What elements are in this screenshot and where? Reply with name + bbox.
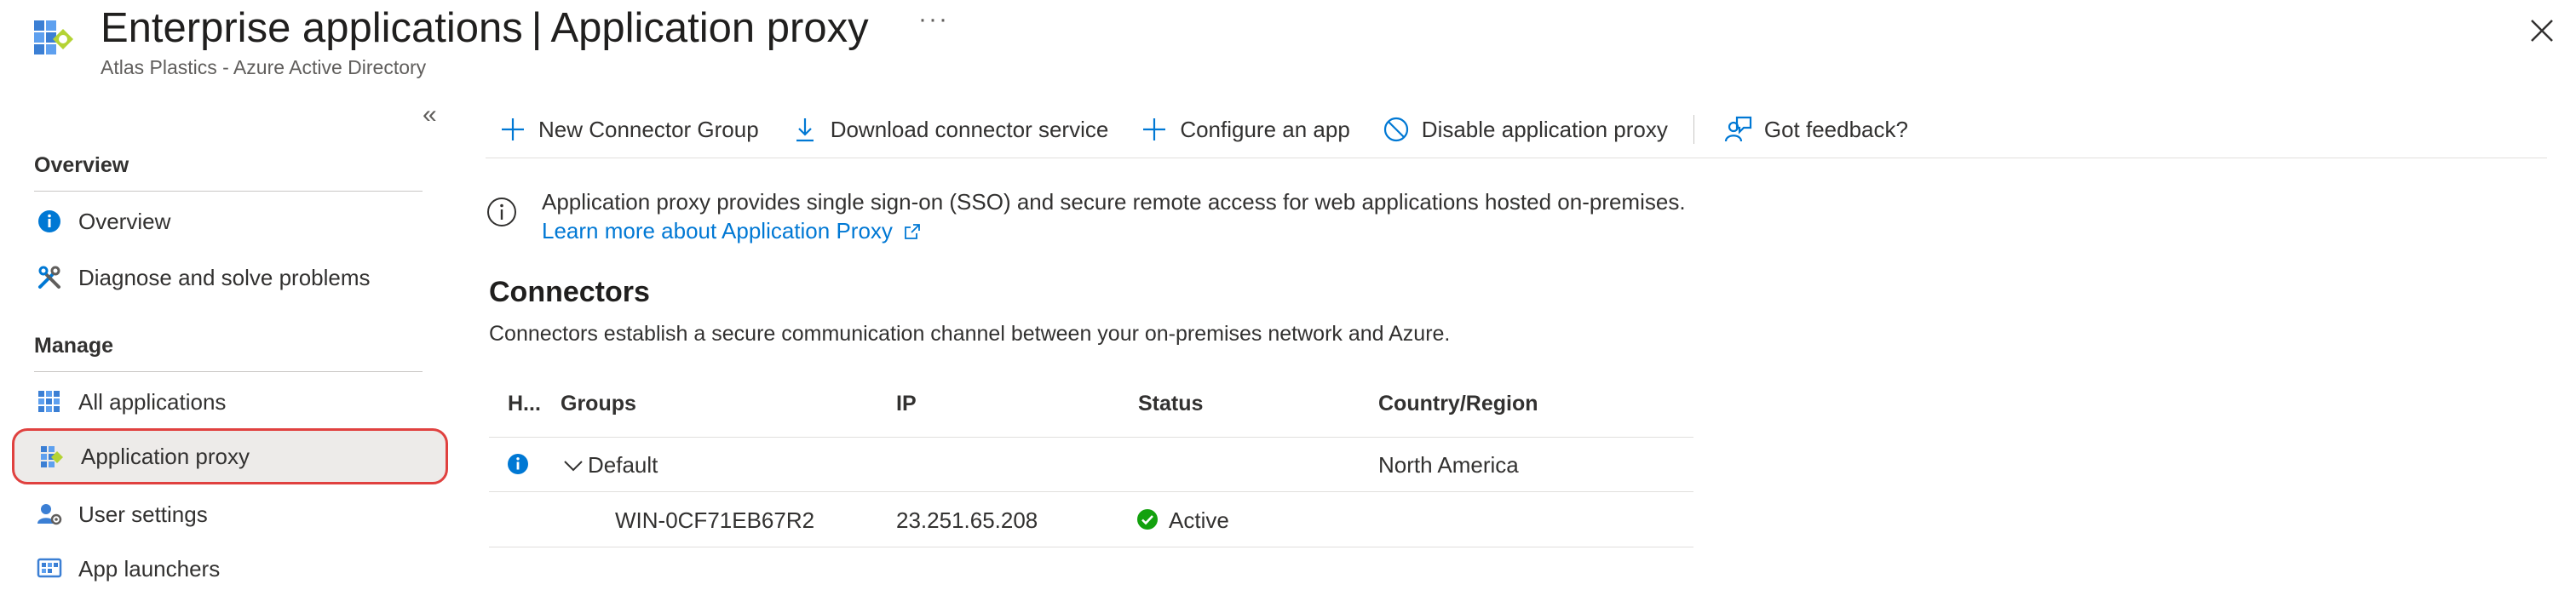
app-launchers-icon <box>34 553 65 584</box>
disable-application-proxy-button[interactable]: Disable application proxy <box>1383 116 1668 143</box>
sidebar-item-user-settings[interactable]: User settings <box>12 487 448 542</box>
table-row-divider <box>489 491 1693 492</box>
learn-more-link[interactable]: Learn more about Application Proxy <box>542 218 922 244</box>
plus-icon <box>1143 118 1166 140</box>
app-proxy-icon <box>37 441 67 472</box>
toolbar-divider <box>1693 115 1694 144</box>
nav-section-overview: Overview <box>34 153 129 177</box>
column-header-ip[interactable]: IP <box>896 392 917 416</box>
sidebar-item-label: Overview <box>78 208 171 234</box>
close-icon[interactable] <box>2525 14 2559 48</box>
learn-more-label: Learn more about Application Proxy <box>542 218 893 244</box>
page-title: Enterprise applications | Application prox… <box>101 2 869 54</box>
nav-section-manage: Manage <box>34 334 114 358</box>
collapse-sidebar-button[interactable]: « <box>423 100 437 129</box>
column-header-groups[interactable]: Groups <box>561 392 636 416</box>
info-message: Application proxy provides single sign-o… <box>542 189 1686 215</box>
connectors-description: Connectors establish a secure communicat… <box>489 322 1451 346</box>
download-connector-service-label: Download connector service <box>830 116 1109 142</box>
check-circle-icon <box>1136 508 1159 530</box>
sidebar-item-all-applications[interactable]: All applications <box>12 375 448 429</box>
page-title-section: Application proxy <box>550 5 869 51</box>
more-actions-button[interactable]: ··· <box>918 5 949 34</box>
info-filled-icon[interactable] <box>506 452 530 476</box>
title-separator: | <box>531 5 543 51</box>
group-region: North America <box>1378 452 1519 478</box>
group-name[interactable]: Default <box>588 452 658 479</box>
command-bar: New Connector Group Download connector s… <box>499 106 1941 153</box>
plus-icon <box>502 118 524 140</box>
connector-status: Active <box>1169 507 1229 533</box>
chevron-down-icon[interactable] <box>562 455 584 477</box>
sidebar-item-overview[interactable]: Overview <box>12 194 448 249</box>
disable-application-proxy-label: Disable application proxy <box>1421 116 1668 142</box>
column-header-country-region[interactable]: Country/Region <box>1378 392 1538 416</box>
page-title-main: Enterprise applications <box>101 5 523 51</box>
user-settings-icon <box>34 499 65 530</box>
connector-ip: 23.251.65.208 <box>896 507 1038 533</box>
feedback-icon <box>1724 116 1751 142</box>
new-connector-group-label: New Connector Group <box>538 116 759 142</box>
configure-app-label: Configure an app <box>1180 116 1350 142</box>
new-connector-group-button[interactable]: New Connector Group <box>499 116 759 143</box>
feedback-button[interactable]: Got feedback? <box>1723 115 1908 144</box>
configure-app-button[interactable]: Configure an app <box>1141 116 1350 143</box>
enterprise-apps-logo-icon <box>32 15 77 60</box>
info-outline-icon <box>486 196 518 228</box>
feedback-label: Got feedback? <box>1763 116 1908 142</box>
connectors-heading: Connectors <box>489 276 650 308</box>
sidebar-item-app-launchers[interactable]: App launchers <box>12 542 448 596</box>
page-subtitle: Atlas Plastics - Azure Active Directory <box>101 56 427 78</box>
download-icon <box>796 118 814 142</box>
table-header-divider <box>489 437 1693 438</box>
sidebar-item-label: App launchers <box>78 555 221 582</box>
download-connector-service-button[interactable]: Download connector service <box>791 116 1109 143</box>
nav-divider <box>34 371 423 372</box>
block-icon <box>1383 117 1408 142</box>
sidebar-item-label: Diagnose and solve problems <box>78 264 371 290</box>
column-header-health[interactable]: H... <box>508 392 541 416</box>
column-header-status[interactable]: Status <box>1138 392 1203 416</box>
connector-name[interactable]: WIN-0CF71EB67R2 <box>615 507 814 534</box>
sidebar-item-label: Application proxy <box>81 443 250 469</box>
nav-divider <box>34 191 423 192</box>
sidebar-item-diagnose[interactable]: Diagnose and solve problems <box>12 250 448 305</box>
wrench-icon <box>34 262 65 293</box>
grid-icon <box>34 387 65 417</box>
sidebar-item-application-proxy[interactable]: Application proxy <box>12 428 448 484</box>
info-circle-icon <box>34 206 65 237</box>
sidebar-item-label: All applications <box>78 388 227 415</box>
sidebar-item-label: User settings <box>78 501 208 527</box>
external-link-icon <box>905 223 920 239</box>
